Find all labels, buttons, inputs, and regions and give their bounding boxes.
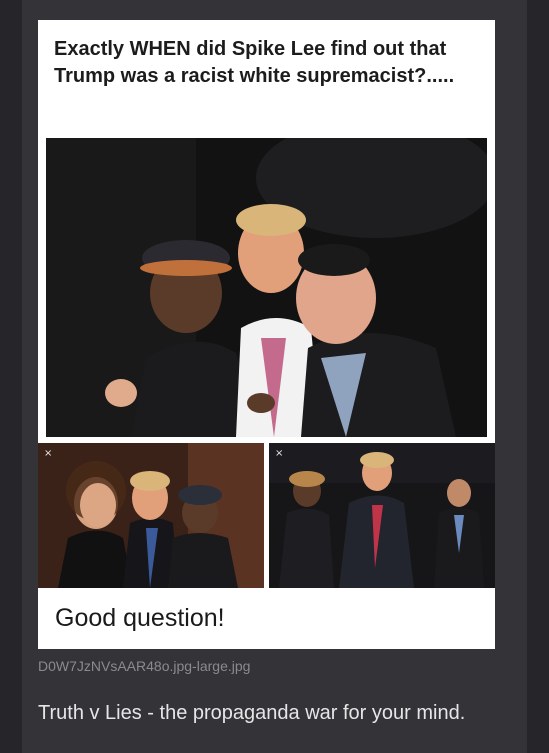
close-icon: × — [275, 448, 284, 459]
meme-headline: Exactly WHEN did Spike Lee find out that… — [54, 38, 455, 87]
close-icon: × — [44, 448, 53, 459]
meme-image[interactable]: Exactly WHEN did Spike Lee find out that… — [38, 20, 495, 649]
bottom-right-photo: × — [269, 443, 495, 588]
post-body-text: Truth v Lies - the propaganda war for yo… — [38, 702, 466, 724]
main-photo — [46, 138, 487, 437]
bottom-left-photo: × — [38, 443, 264, 588]
image-filename-link[interactable]: D0W7JzNVsAAR48o.jpg-large.jpg — [38, 658, 250, 674]
meme-caption: Good question! — [55, 604, 225, 632]
